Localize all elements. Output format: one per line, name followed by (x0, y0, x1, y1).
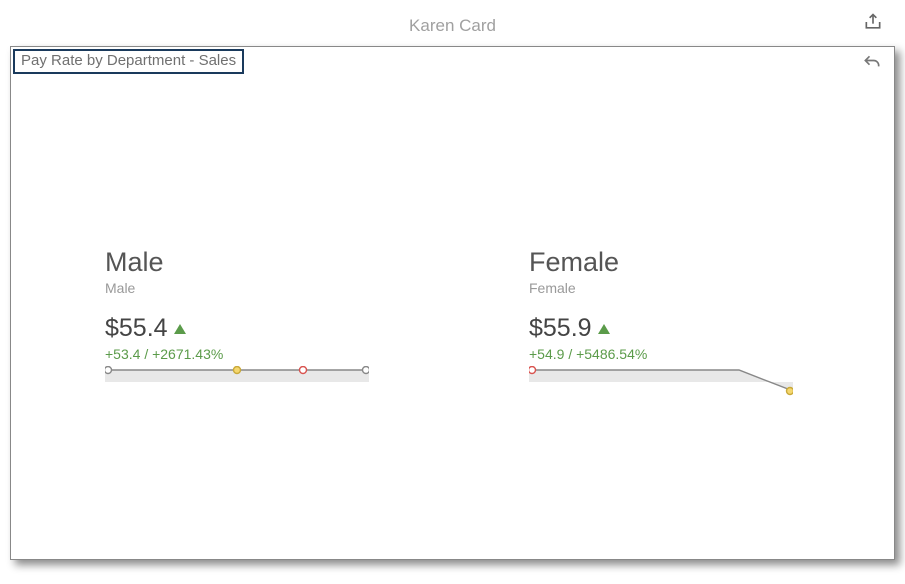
card-title: Pay Rate by Department - Sales (13, 49, 244, 74)
sparkline-male (105, 366, 369, 396)
metric-subtitle: Female (529, 280, 793, 296)
trend-up-icon (598, 324, 610, 334)
share-icon[interactable] (863, 12, 883, 32)
metric-title: Male (105, 247, 369, 278)
header: Karen Card (10, 6, 895, 46)
trend-up-icon (174, 324, 186, 334)
metric-delta: +54.9 / +5486.54% (529, 346, 793, 362)
metric-value: $55.4 (105, 314, 168, 343)
metrics-row: Male Male $55.4 +53.4 / +2671.43% Fem (105, 247, 834, 396)
metric-value: $55.9 (529, 314, 592, 343)
metric-title: Female (529, 247, 793, 278)
page-title: Karen Card (409, 16, 496, 36)
undo-icon[interactable] (862, 53, 882, 73)
metric-value-row: $55.4 (105, 314, 369, 343)
metric-delta: +53.4 / +2671.43% (105, 346, 369, 362)
metric-male: Male Male $55.4 +53.4 / +2671.43% (105, 247, 369, 396)
metric-subtitle: Male (105, 280, 369, 296)
metric-value-row: $55.9 (529, 314, 793, 343)
sparkline-female (529, 366, 793, 396)
metric-female: Female Female $55.9 +54.9 / +5486.54% (529, 247, 793, 396)
card-container: Pay Rate by Department - Sales Male Male… (10, 46, 895, 560)
